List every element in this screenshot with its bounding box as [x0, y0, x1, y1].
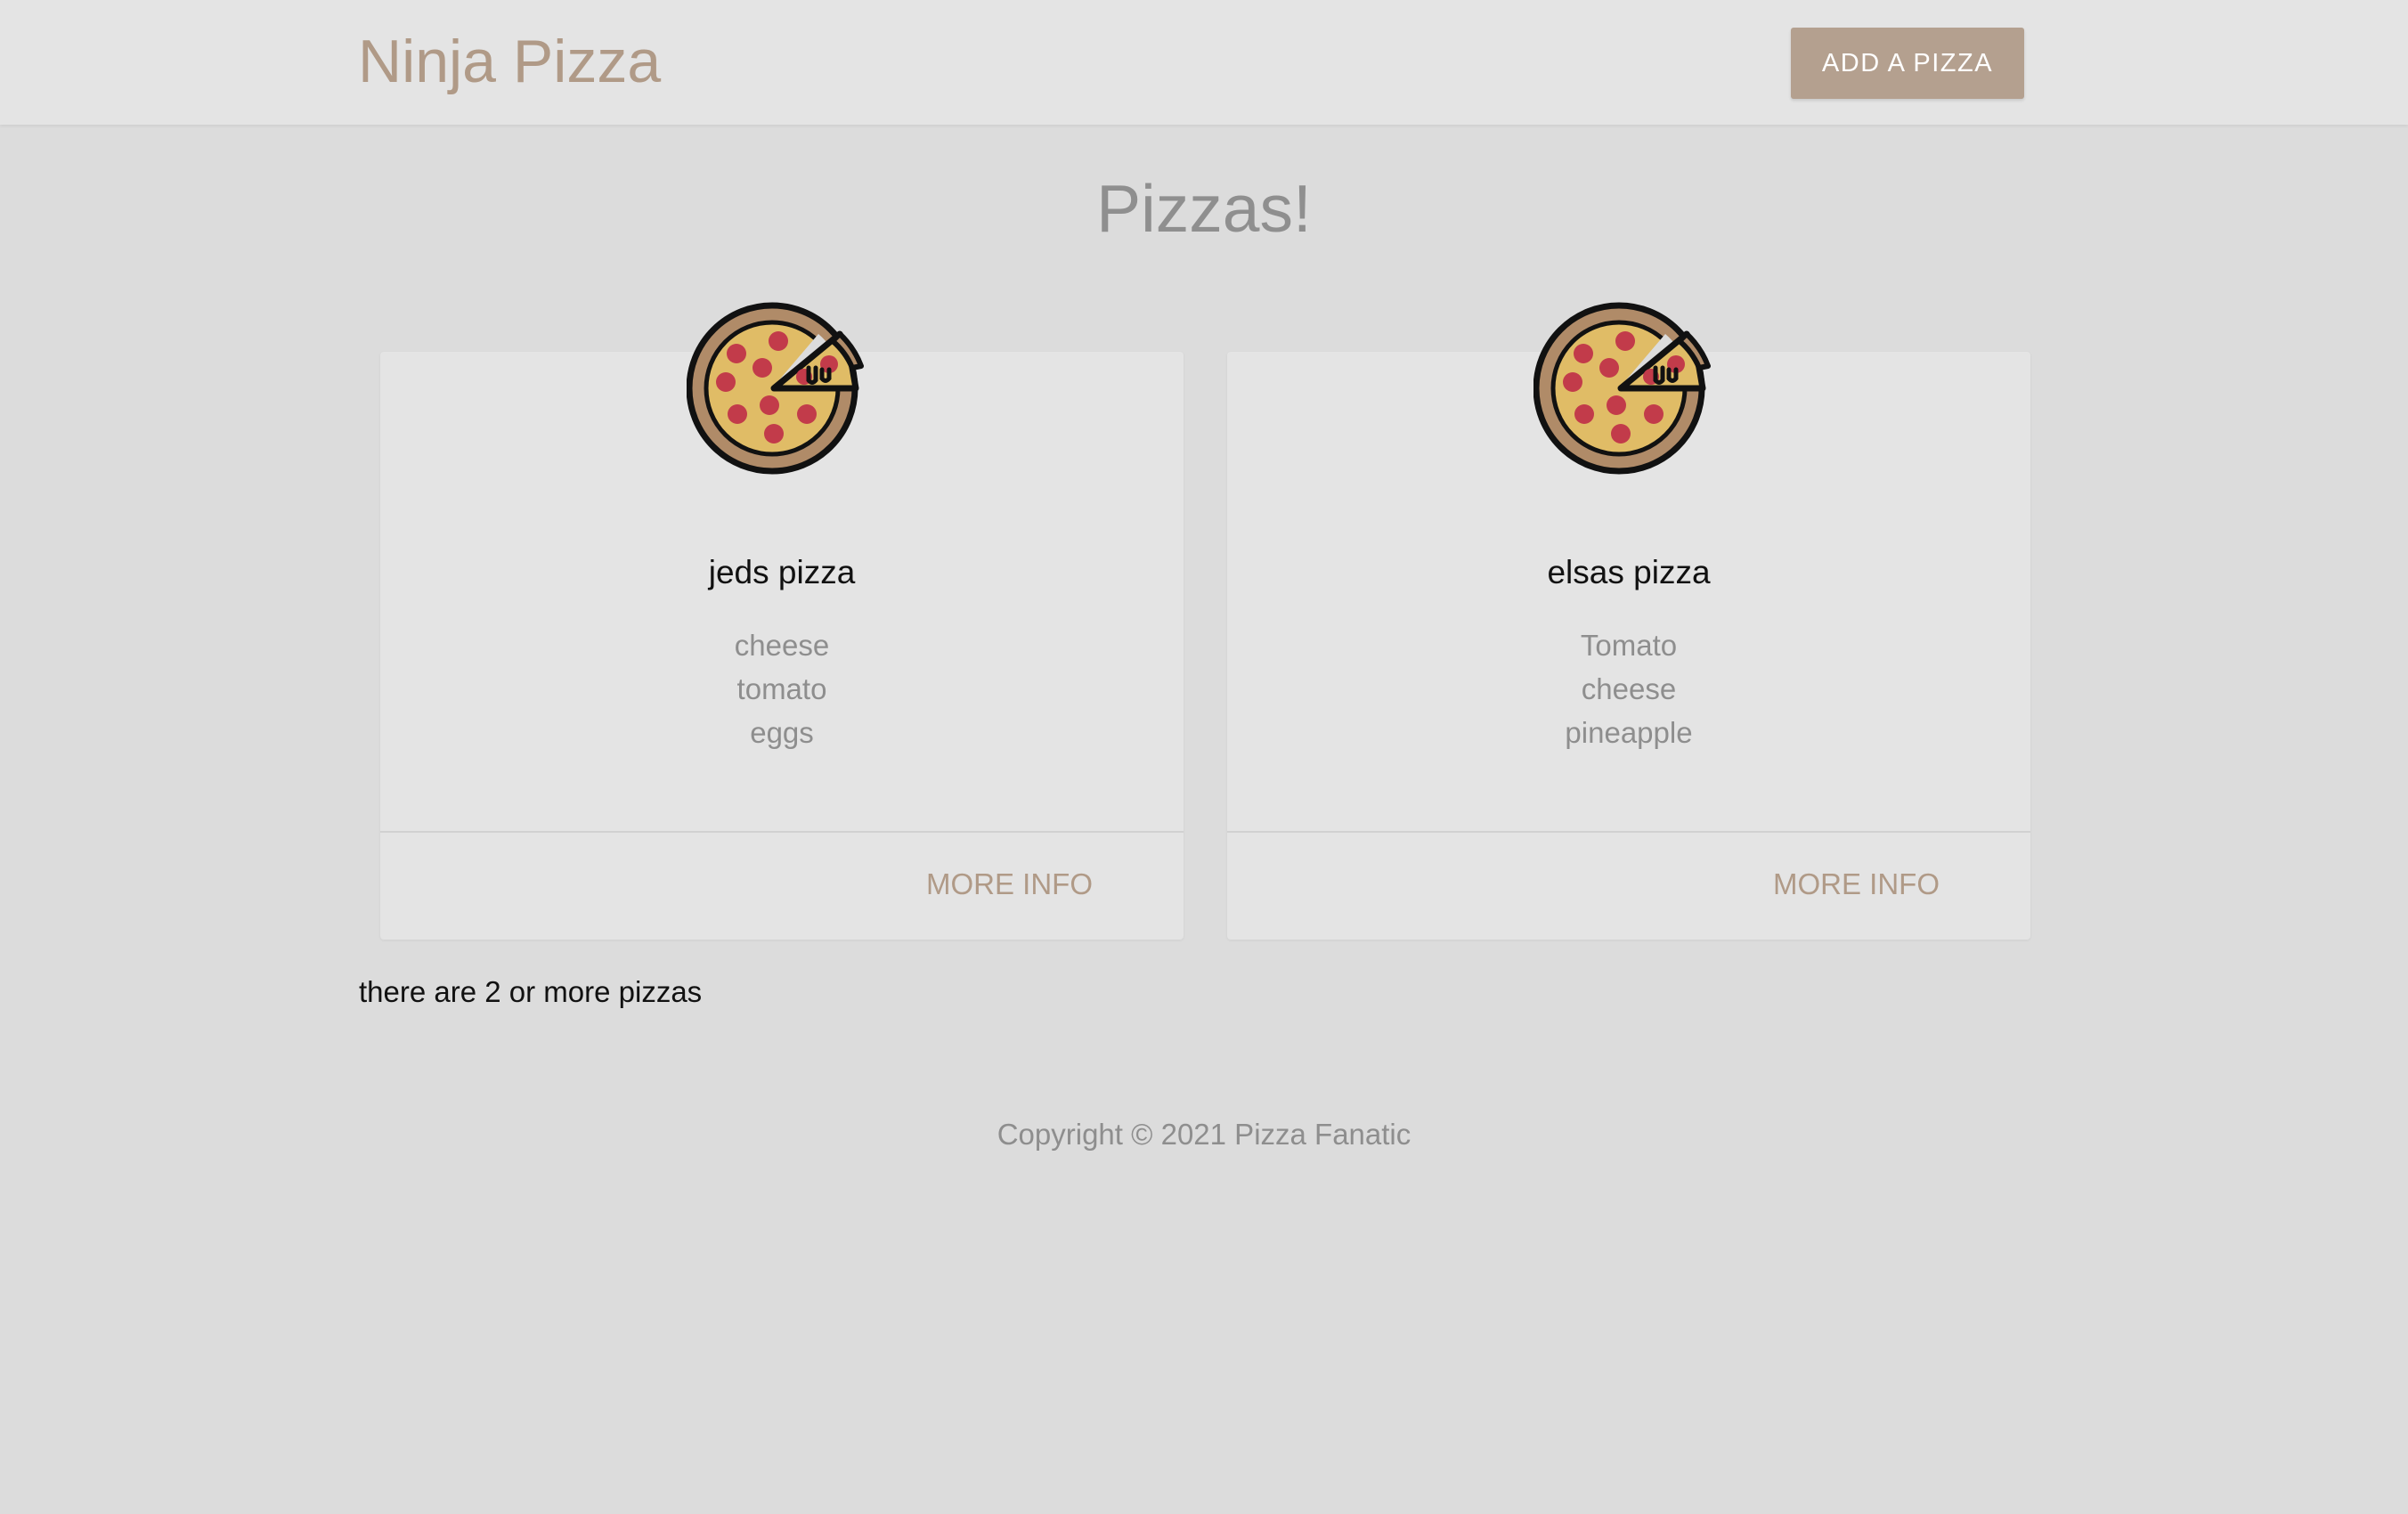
pizza-card: jeds pizza cheese tomato eggs MORE INFO [380, 302, 1184, 940]
brand-logo-link[interactable]: Ninja Pizza [358, 23, 661, 100]
pizza-icon [1533, 302, 1711, 475]
more-info-link[interactable]: MORE INFO [926, 865, 1093, 904]
pizza-card: elsas pizza Tomato cheese pineapple MORE… [1227, 302, 2030, 940]
pizza-title: elsas pizza [1547, 554, 1711, 590]
ingredients-list: Tomato cheese pineapple [1227, 623, 2030, 754]
ingredient-item: cheese [734, 629, 830, 662]
pizza-count-message: there are 2 or more pizzas [359, 975, 703, 1008]
footer-copyright: Copyright © 2021 Pizza Fanatic [997, 1118, 1411, 1151]
more-info-link[interactable]: MORE INFO [1773, 865, 1940, 904]
add-pizza-button[interactable]: ADD A PIZZA [1791, 28, 2024, 99]
pizza-icon [687, 302, 864, 475]
pizza-title: jeds pizza [708, 554, 856, 590]
ingredient-item: cheese [1581, 672, 1677, 705]
navbar: Ninja Pizza ADD A PIZZA [0, 0, 2408, 125]
card-divider [1227, 831, 2030, 833]
ingredient-item: Tomato [1580, 629, 1678, 662]
ingredients-list: cheese tomato eggs [380, 623, 1184, 754]
card-divider [380, 831, 1184, 833]
ingredient-item: pineapple [1565, 716, 1693, 749]
ingredient-item: tomato [736, 672, 827, 705]
page-title: Pizzas! [1096, 171, 1312, 246]
ingredient-item: eggs [750, 716, 814, 749]
